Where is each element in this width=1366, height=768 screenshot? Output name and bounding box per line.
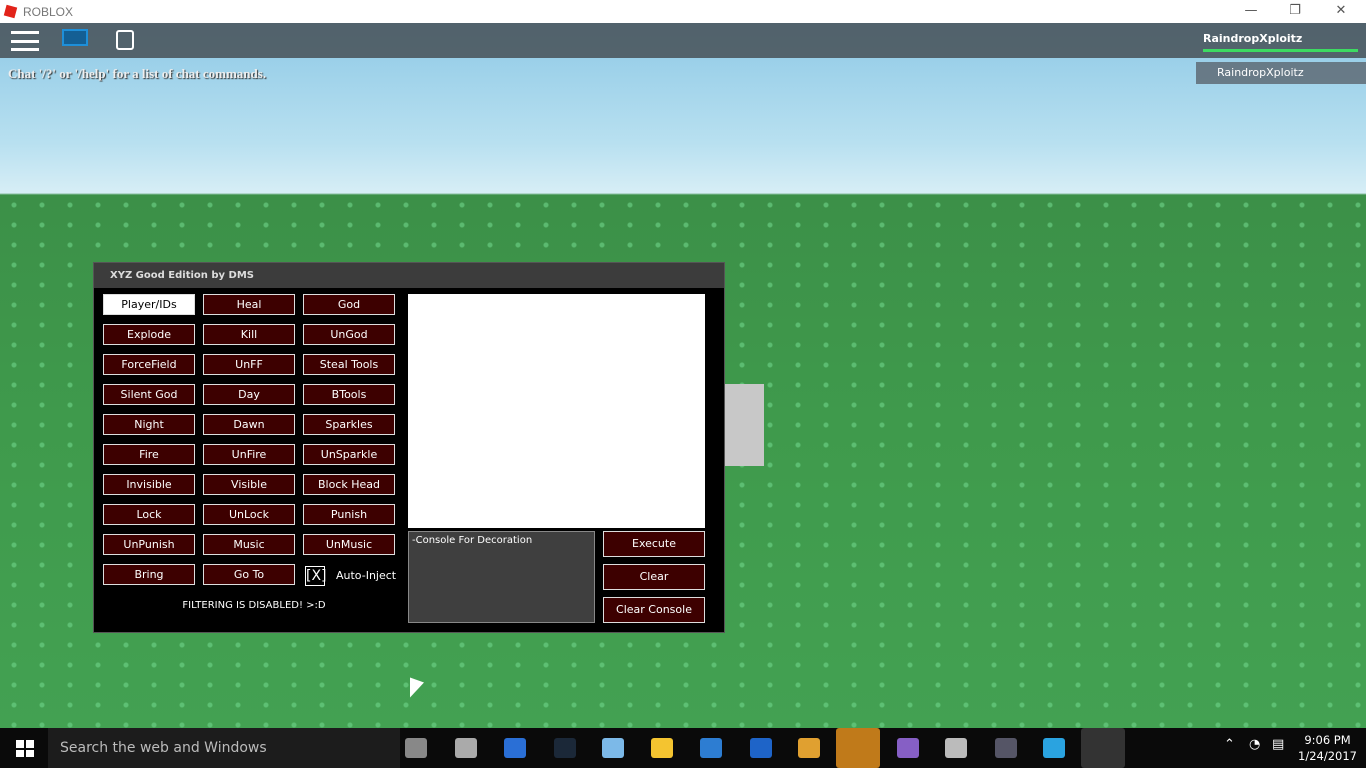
app-taskbar-icon[interactable] [602, 738, 624, 758]
console-output[interactable]: -Console For Decoration [408, 531, 595, 623]
cmd-button-music[interactable]: Music [203, 534, 295, 555]
clock[interactable]: 9:06 PM 1/24/2017 [1298, 732, 1357, 764]
health-bar [1203, 49, 1358, 52]
window-titlebar: ROBLOX — ❐ ✕ [0, 0, 1366, 23]
steam-taskbar-icon[interactable] [554, 738, 576, 758]
roblox-taskbar-icon[interactable] [1081, 728, 1125, 768]
time: 9:06 PM [1304, 733, 1351, 747]
player-list-item[interactable]: RaindropXploitz [1196, 62, 1366, 84]
cmd-button-god[interactable]: God [303, 294, 395, 315]
exploit-panel: XYZ Good Edition by DMS Player/IDs Heal Go… [93, 262, 725, 633]
cmd-button-btools[interactable]: BTools [303, 384, 395, 405]
player-name: RaindropXploitz [1203, 32, 1303, 45]
chat-hint: Chat '/?' or '/help' for a list of chat … [8, 66, 267, 81]
cmd-button-heal[interactable]: Heal [203, 294, 295, 315]
window-title: ROBLOX [23, 4, 74, 19]
cmd-button-block-head[interactable]: Block Head [303, 474, 395, 495]
cmd-button-silent-god[interactable]: Silent God [103, 384, 195, 405]
part-block [722, 384, 764, 466]
script-editor[interactable] [408, 294, 705, 528]
auto-inject-checkbox[interactable]: [X] [305, 566, 327, 586]
app-taskbar-icon[interactable] [750, 738, 772, 758]
cmd-button-kill[interactable]: Kill [203, 324, 295, 345]
cmd-button-steal-tools[interactable]: Steal Tools [303, 354, 395, 375]
app-taskbar-icon[interactable] [700, 738, 722, 758]
restore-button[interactable]: ❐ [1272, 0, 1318, 23]
roblox-logo-icon [3, 4, 18, 19]
cmd-button-dawn[interactable]: Dawn [203, 414, 295, 435]
execute-button[interactable]: Execute [603, 531, 705, 557]
cmd-button-unpunish[interactable]: UnPunish [103, 534, 195, 555]
app-taskbar-icon[interactable] [995, 738, 1017, 758]
obs-taskbar-icon[interactable] [455, 738, 477, 758]
cmd-button-go-to[interactable]: Go To [203, 564, 295, 585]
taskbar: Search the web and Windows ⌃ ◔ ▤ 9:06 PM… [0, 728, 1366, 768]
cmd-button-forcefield[interactable]: ForceField [103, 354, 195, 375]
windows-start-icon[interactable] [16, 740, 34, 757]
wifi-icon[interactable]: ◔ [1249, 737, 1260, 752]
browser-taskbar-icon[interactable] [504, 738, 526, 758]
discord-taskbar-icon[interactable] [836, 728, 880, 768]
notifications-icon[interactable]: ▤ [1272, 737, 1284, 752]
cmd-button-unff[interactable]: UnFF [203, 354, 295, 375]
cmd-button-unlock[interactable]: UnLock [203, 504, 295, 525]
cmd-button-unmusic[interactable]: UnMusic [303, 534, 395, 555]
cmd-button-fire[interactable]: Fire [103, 444, 195, 465]
cmd-button-visible[interactable]: Visible [203, 474, 295, 495]
app-taskbar-icon[interactable] [945, 738, 967, 758]
cmd-button-sparkles[interactable]: Sparkles [303, 414, 395, 435]
water-app-taskbar-icon[interactable] [1043, 738, 1065, 758]
roblox-topbar [0, 23, 1366, 58]
cmd-button-ungod[interactable]: UnGod [303, 324, 395, 345]
minimize-button[interactable]: — [1228, 0, 1274, 23]
cmd-button-unsparkle[interactable]: UnSparkle [303, 444, 395, 465]
cmd-button-player-ids[interactable]: Player/IDs [103, 294, 195, 315]
search-box[interactable]: Search the web and Windows [48, 728, 400, 768]
cmd-button-punish[interactable]: Punish [303, 504, 395, 525]
cmd-button-lock[interactable]: Lock [103, 504, 195, 525]
auto-inject-label: Auto-Inject [336, 569, 397, 582]
cmd-button-day[interactable]: Day [203, 384, 295, 405]
chrome-taskbar-icon[interactable] [798, 738, 820, 758]
panel-title[interactable]: XYZ Good Edition by DMS [94, 263, 724, 288]
cmd-button-invisible[interactable]: Invisible [103, 474, 195, 495]
task-view-taskbar-icon[interactable] [405, 738, 427, 758]
cmd-button-bring[interactable]: Bring [103, 564, 195, 585]
close-button[interactable]: ✕ [1318, 0, 1364, 23]
clear-button[interactable]: Clear [603, 564, 705, 590]
show-hidden-icons-icon[interactable]: ⌃ [1224, 737, 1235, 752]
date: 1/24/2017 [1298, 749, 1357, 763]
cmd-button-night[interactable]: Night [103, 414, 195, 435]
visual-studio-taskbar-icon[interactable] [897, 738, 919, 758]
chat-icon[interactable] [62, 29, 88, 46]
menu-icon[interactable] [11, 31, 39, 51]
filtering-status: FILTERING IS DISABLED! >:D [182, 600, 326, 611]
cmd-button-explode[interactable]: Explode [103, 324, 195, 345]
backpack-icon[interactable] [116, 30, 134, 50]
clear-console-button[interactable]: Clear Console [603, 597, 705, 623]
cmd-button-unfire[interactable]: UnFire [203, 444, 295, 465]
file-explorer-taskbar-icon[interactable] [651, 738, 673, 758]
